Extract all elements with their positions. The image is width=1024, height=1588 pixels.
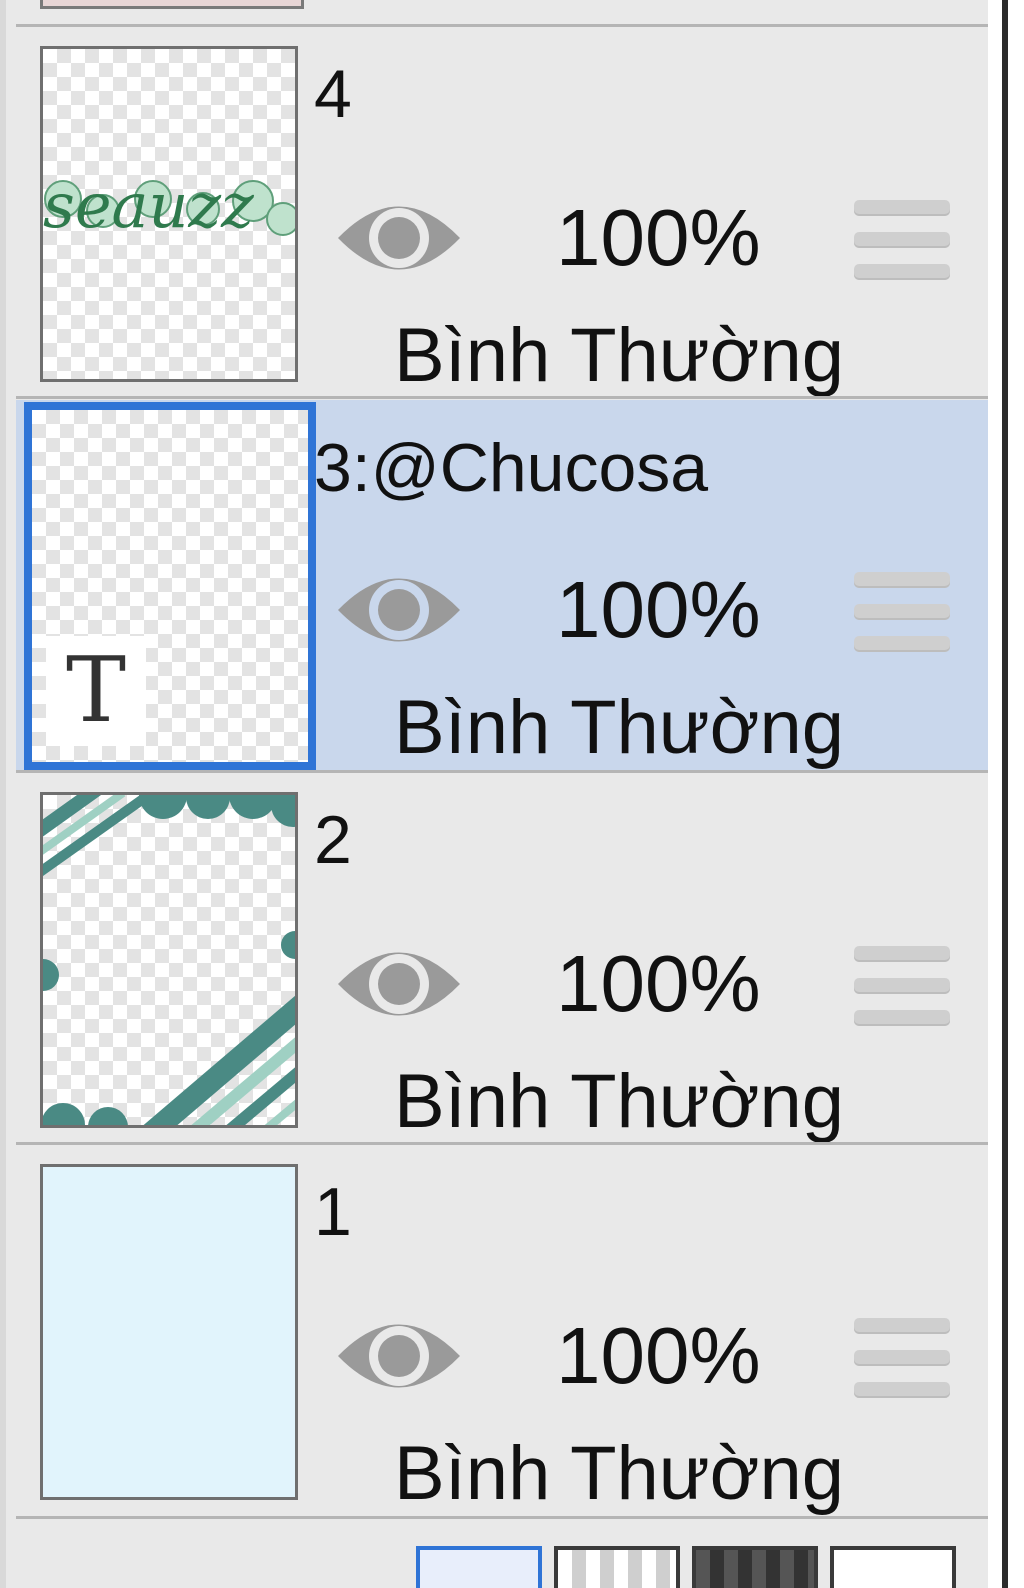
layer-opacity[interactable]: 100% — [556, 570, 761, 650]
layer-row-3[interactable]: T 3:@Chucosa 100% Bình Thường — [16, 400, 988, 770]
eye-icon[interactable] — [334, 193, 464, 283]
background-checker-button[interactable] — [554, 1546, 680, 1588]
drag-handle-icon[interactable] — [854, 570, 950, 656]
layer-thumbnail[interactable]: seauzz — [40, 46, 298, 382]
layer-blend-mode[interactable]: Bình Thường — [394, 1436, 844, 1512]
drag-handle-icon[interactable] — [854, 1316, 950, 1402]
drag-handle-icon[interactable] — [854, 944, 950, 1030]
layer-blend-mode[interactable]: Bình Thường — [394, 1064, 844, 1140]
layer-thumbnail[interactable]: T — [24, 402, 316, 770]
layer-thumbnail[interactable] — [40, 792, 298, 1128]
divider — [16, 770, 988, 773]
drag-handle-icon[interactable] — [854, 198, 950, 284]
layer-name: 2 — [314, 802, 352, 878]
layer-thumbnail-partial — [40, 0, 304, 9]
panel-right-edge — [988, 0, 1024, 1588]
divider — [16, 396, 988, 399]
background-dark-button[interactable] — [692, 1546, 818, 1588]
eye-icon[interactable] — [334, 565, 464, 655]
background-white-button[interactable] — [416, 1546, 542, 1588]
layer-row-2[interactable]: 2 100% Bình Thường — [16, 774, 988, 1144]
layer-opacity[interactable]: 100% — [556, 944, 761, 1024]
divider — [16, 24, 988, 27]
background-options-bar — [406, 1544, 966, 1588]
eye-icon[interactable] — [334, 939, 464, 1029]
layer-thumbnail-art — [43, 795, 295, 1125]
thumbnail-lettering: seauzz — [43, 169, 254, 242]
scrollbar[interactable] — [1002, 0, 1008, 1588]
eye-icon[interactable] — [334, 1311, 464, 1401]
layer-opacity[interactable]: 100% — [556, 198, 761, 278]
layer-thumbnail-art: seauzz — [43, 169, 295, 242]
layer-thumbnail[interactable] — [40, 1164, 298, 1500]
layer-blend-mode[interactable]: Bình Thường — [394, 318, 844, 394]
layer-row-4[interactable]: seauzz 4 100% Bình Thường — [16, 28, 988, 398]
layer-name: 4 — [314, 56, 352, 132]
layer-blend-mode[interactable]: Bình Thường — [394, 690, 844, 766]
layer-list: seauzz 4 100% Bình Thường T 3:@Chucosa 1… — [6, 0, 988, 1588]
layer-name: 3:@Chucosa — [314, 430, 709, 506]
layer-row-1[interactable]: 1 100% Bình Thường — [16, 1146, 988, 1516]
layer-opacity[interactable]: 100% — [556, 1316, 761, 1396]
layer-name: 1 — [314, 1174, 352, 1250]
background-none-button[interactable] — [830, 1546, 956, 1588]
text-layer-icon: T — [46, 636, 146, 746]
divider — [16, 1516, 988, 1519]
divider — [16, 1142, 988, 1145]
